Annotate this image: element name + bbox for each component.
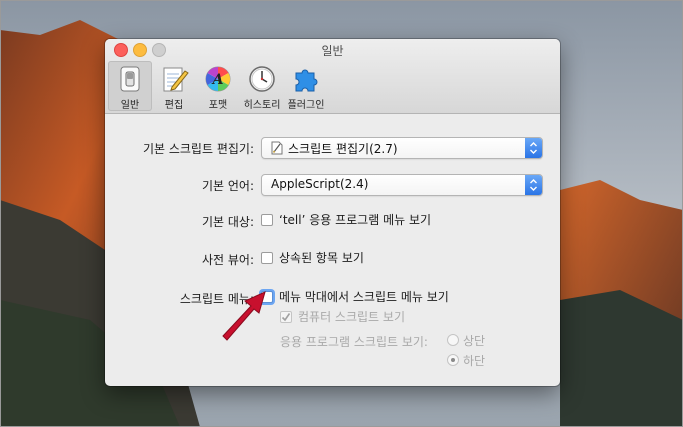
tab-general[interactable]: 일반 [108,61,152,111]
app-scripts-label: 응용 프로그램 스크립트 보기: [280,335,428,349]
radio-selected-dot [451,358,455,362]
radio-top-label: 상단 [463,334,486,348]
language-row: 기본 언어: AppleScript(2.4) [105,174,560,196]
up-down-chevron-icon [530,179,537,191]
radio-bottom-label: 하단 [463,354,486,368]
target-checkbox-row: ‘tell’ 응용 프로그램 메뉴 보기 [261,211,431,228]
toolbar: 일반 편집 A 포맷 히스토리 플러그인 [108,61,328,111]
svg-text:A: A [211,72,224,88]
computer-scripts-row: 컴퓨터 스크립트 보기 [105,307,560,329]
notepad-pencil-icon [163,67,189,92]
tab-history[interactable]: 히스토리 [240,61,284,111]
tab-plugins-label: 플러그인 [287,100,325,111]
puzzle-piece-icon [295,69,318,92]
preferences-window: 일반 일반 편집 A 포맷 히스토리 플러그인 기본 스크립트 편집기: 스크립… [105,39,560,386]
target-row: 기본 대상: ‘tell’ 응용 프로그램 메뉴 보기 [105,210,560,232]
editor-popup-arrows[interactable] [525,138,542,158]
inherited-items-checkbox-label[interactable]: 상속된 항목 보기 [279,249,364,266]
target-label: 기본 대상: [201,215,254,229]
computer-scripts-checkbox-row: 컴퓨터 스크립트 보기 [280,308,405,325]
script-menu-checkbox-row: 메뉴 막대에서 스크립트 메뉴 보기 [261,288,449,305]
language-label: 기본 언어: [201,179,254,193]
computer-scripts-checkbox[interactable] [280,310,292,323]
script-menu-row: 스크립트 메뉴: 메뉴 막대에서 스크립트 메뉴 보기 [105,287,560,309]
tab-plugins[interactable]: 플러그인 [284,61,328,111]
tab-editing-label: 편집 [164,100,184,111]
editor-row: 기본 스크립트 편집기: 스크립트 편집기(2.7) [105,137,560,159]
dictionary-row: 사전 뷰어: 상속된 항목 보기 [105,248,560,270]
language-popup[interactable]: AppleScript(2.4) [261,174,543,196]
script-menu-checkbox-label[interactable]: 메뉴 막대에서 스크립트 메뉴 보기 [279,288,449,305]
window-title: 일반 [321,44,344,58]
dictionary-label: 사전 뷰어: [201,253,254,267]
radio-top[interactable] [447,334,459,346]
computer-scripts-label: 컴퓨터 스크립트 보기 [298,310,405,324]
dictionary-checkbox-row: 상속된 항목 보기 [261,249,364,266]
color-wheel-icon: A [205,66,231,92]
checkmark-icon [281,312,291,321]
editor-popup[interactable]: 스크립트 편집기(2.7) [261,137,543,159]
up-down-chevron-icon [530,142,537,154]
script-document-icon [271,141,283,155]
editor-value: 스크립트 편집기(2.7) [288,142,398,156]
switch-icon [120,66,140,92]
tab-format[interactable]: A 포맷 [196,61,240,111]
tell-menu-checkbox[interactable] [261,213,273,226]
tab-general-label: 일반 [120,100,140,111]
tab-format-label: 포맷 [208,100,228,111]
tab-history-label: 히스토리 [243,100,281,111]
language-value: AppleScript(2.4) [271,177,369,191]
red-annotation-arrow-icon [222,291,266,341]
titlebar: 일반 일반 편집 A 포맷 히스토리 플러그인 [105,39,560,114]
language-popup-arrows[interactable] [525,175,542,195]
clock-icon [249,66,275,92]
tab-editing[interactable]: 편집 [152,61,196,111]
editor-label: 기본 스크립트 편집기: [142,142,254,156]
tell-menu-checkbox-label[interactable]: ‘tell’ 응용 프로그램 메뉴 보기 [279,211,431,228]
radio-bottom[interactable] [447,354,459,366]
general-pane: 기본 스크립트 편집기: 스크립트 편집기(2.7) 기본 언어: AppleS… [105,114,560,386]
inherited-items-checkbox[interactable] [261,251,273,264]
